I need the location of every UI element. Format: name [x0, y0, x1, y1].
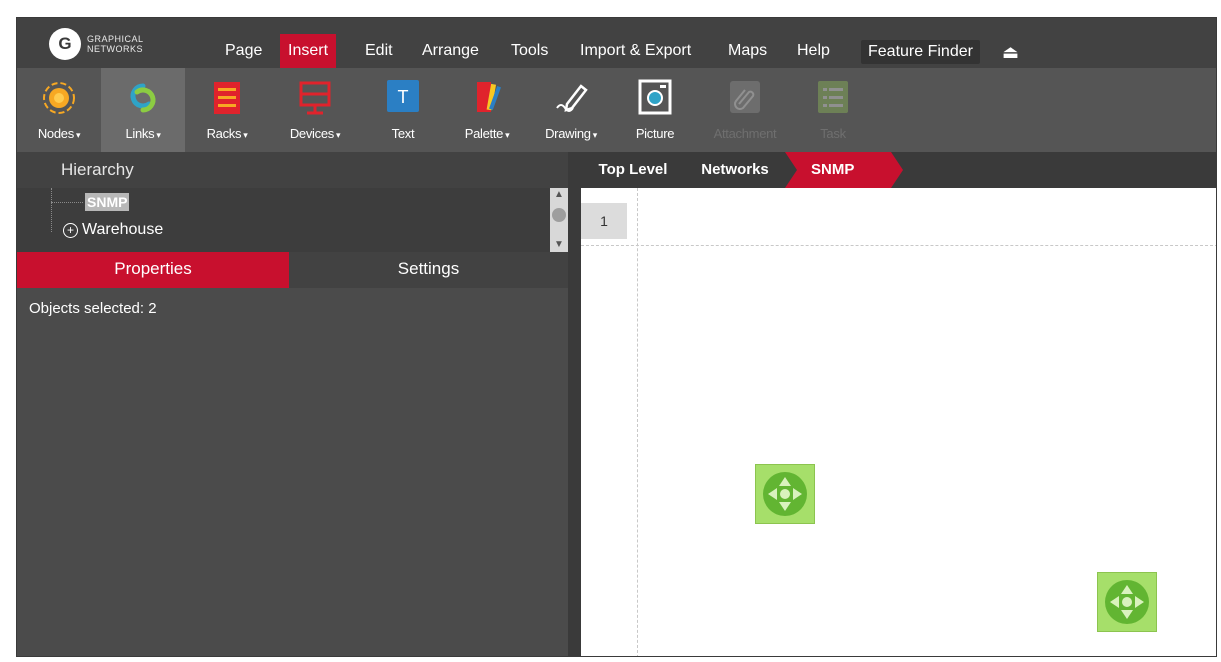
panel-splitter[interactable]	[568, 152, 581, 656]
breadcrumb-top-level[interactable]: Top Level	[581, 152, 685, 188]
caret-down-icon: ▾	[75, 130, 81, 140]
text-label: Text	[391, 126, 415, 141]
tree-connector	[51, 202, 83, 203]
menu-import-export[interactable]: Import & Export	[572, 34, 699, 68]
breadcrumb: Top Level Networks SNMP	[581, 152, 1216, 188]
rack-icon	[207, 78, 247, 118]
eject-icon[interactable]: ⏏	[1002, 42, 1019, 63]
caret-down-icon: ▾	[335, 130, 341, 140]
caret-down-icon: ▾	[243, 130, 248, 140]
caret-down-icon: ▾	[592, 130, 598, 140]
page-guide-horizontal	[581, 245, 1216, 246]
text-icon: T	[383, 78, 423, 118]
menu-insert[interactable]: Insert	[280, 34, 337, 68]
svg-text:T: T	[398, 87, 409, 107]
racks-label: Racks	[206, 126, 242, 141]
left-panel: Hierarchy SNMP + Warehouse ▲ ▼ Propertie…	[17, 152, 568, 656]
diagram-canvas[interactable]: 1	[581, 188, 1216, 656]
drawing-label: Drawing	[545, 126, 591, 141]
page-guide-vertical	[637, 188, 638, 656]
palette-button[interactable]: Palette ▾	[445, 68, 529, 152]
breadcrumb-snmp[interactable]: SNMP	[785, 152, 891, 188]
tree-item-snmp[interactable]: SNMP	[85, 193, 130, 211]
scroll-thumb[interactable]	[552, 208, 566, 222]
expand-plus-icon[interactable]: +	[63, 222, 78, 238]
devices-button[interactable]: Devices ▾	[269, 68, 361, 152]
menu-bar: G GRAPHICAL NETWORKS Page Insert Edit Ar…	[17, 18, 1216, 68]
links-label: Links	[125, 126, 155, 141]
breadcrumb-networks[interactable]: Networks	[685, 152, 785, 188]
devices-label: Devices	[289, 126, 334, 141]
racks-button[interactable]: Racks ▾	[185, 68, 269, 152]
task-button[interactable]: Task	[793, 68, 873, 152]
picture-label: Picture	[635, 126, 675, 141]
menu-edit[interactable]: Edit	[357, 34, 401, 68]
logo-mark: G	[49, 28, 81, 60]
tree-connector	[51, 188, 52, 232]
logo: G GRAPHICAL NETWORKS	[49, 28, 144, 60]
network-node[interactable]	[755, 464, 815, 524]
text-button[interactable]: T Text	[361, 68, 445, 152]
menu-page[interactable]: Page	[217, 34, 270, 68]
panel-tabs: Properties Settings	[17, 252, 568, 288]
logo-line-2: NETWORKS	[87, 44, 144, 54]
tab-settings[interactable]: Settings	[289, 252, 568, 288]
attachment-label: Attachment	[713, 126, 777, 141]
links-button[interactable]: Links ▾	[101, 68, 185, 152]
menu-tools[interactable]: Tools	[503, 34, 556, 68]
pencil-icon	[551, 78, 591, 118]
page-number-tab[interactable]: 1	[581, 203, 627, 239]
logo-text: GRAPHICAL NETWORKS	[87, 34, 144, 54]
tab-properties[interactable]: Properties	[17, 252, 289, 288]
hierarchy-tree: SNMP + Warehouse ▲ ▼	[17, 188, 568, 252]
palette-label: Palette	[464, 126, 504, 141]
picture-button[interactable]: Picture	[613, 68, 697, 152]
nodes-label: Nodes	[37, 126, 74, 141]
feature-finder-button[interactable]: Feature Finder	[861, 40, 980, 64]
menu-arrange[interactable]: Arrange	[414, 34, 487, 68]
task-list-icon	[813, 78, 853, 118]
move-arrows-icon	[1105, 580, 1149, 624]
scroll-down-icon[interactable]: ▼	[550, 238, 568, 252]
picture-icon	[635, 78, 675, 118]
insert-toolbar: Nodes▾ Links▾ Racks▾ Devices▾ T Text	[17, 68, 1216, 152]
scroll-up-icon[interactable]: ▲	[550, 188, 568, 202]
app-window: G GRAPHICAL NETWORKS Page Insert Edit Ar…	[16, 17, 1217, 657]
caret-down-icon: ▾	[505, 130, 510, 140]
breadcrumb-separator	[785, 152, 797, 188]
menu-help[interactable]: Help	[789, 34, 838, 68]
tree-scrollbar[interactable]: ▲ ▼	[550, 188, 568, 252]
menu-maps[interactable]: Maps	[720, 34, 775, 68]
paperclip-icon	[725, 78, 765, 118]
breadcrumb-arrow	[891, 152, 903, 188]
objects-selected-text: Objects selected: 2	[29, 300, 157, 317]
drawing-button[interactable]: Drawing ▾	[529, 68, 613, 152]
nodes-button[interactable]: Nodes ▾	[17, 68, 101, 152]
tree-item-warehouse[interactable]: + Warehouse	[63, 220, 163, 240]
attachment-button[interactable]: Attachment	[697, 68, 793, 152]
move-arrows-icon	[763, 472, 807, 516]
logo-line-1: GRAPHICAL	[87, 34, 144, 44]
hierarchy-header: Hierarchy	[17, 152, 568, 188]
chain-link-icon	[123, 78, 163, 118]
palette-icon	[467, 78, 507, 118]
monitor-icon	[295, 78, 335, 118]
tree-item-label: Warehouse	[82, 221, 164, 238]
caret-down-icon: ▾	[156, 130, 161, 140]
target-orange-icon	[39, 78, 79, 118]
network-node[interactable]	[1097, 572, 1157, 632]
task-label: Task	[820, 126, 846, 141]
